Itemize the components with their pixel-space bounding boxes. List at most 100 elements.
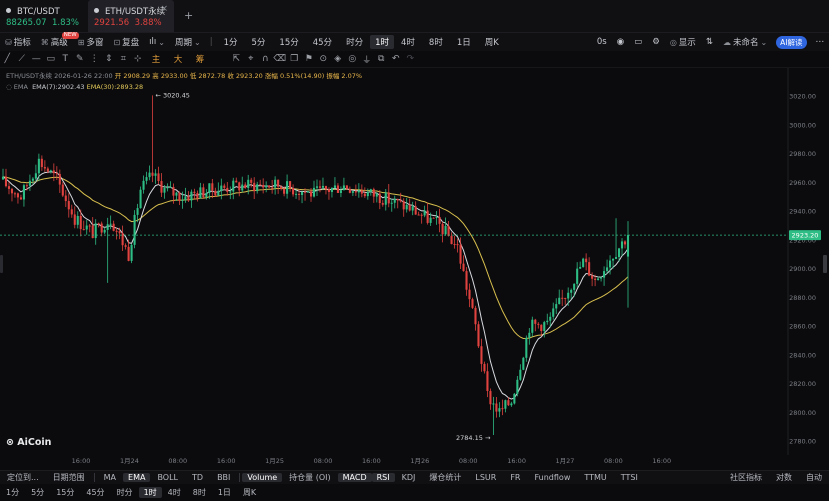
tab-btc[interactable]: BTC/USDT 88265.07 1.83% <box>0 0 86 32</box>
sub-indicator-8[interactable]: Fundflow <box>528 473 578 482</box>
timeframe-7[interactable]: 8时 <box>422 36 450 48</box>
indicator-option-1[interactable]: 对数 <box>769 472 799 483</box>
eraser-icon[interactable]: ⌫ <box>273 54 288 64</box>
alert-icon[interactable]: ⚑ <box>302 54 317 64</box>
main-indicator-4[interactable]: BOLL <box>150 473 185 482</box>
replay-button[interactable]: ⊡ 复盘 <box>108 36 144 49</box>
sub-indicator-2[interactable]: MACD <box>337 473 372 482</box>
timeframe-4[interactable]: 时分 <box>339 36 370 48</box>
candle-body <box>148 172 151 178</box>
advanced-button[interactable]: ⌘ 高级 NEW <box>36 32 79 48</box>
price-range-icon[interactable]: ⇕ <box>102 54 117 64</box>
ruler-icon[interactable]: ⌖ <box>244 54 259 64</box>
eye-toggle-icon[interactable]: ◈ <box>331 54 346 64</box>
multi-window-button[interactable]: ⊞ 多窗 <box>73 36 109 49</box>
sub-indicator-4[interactable]: KDJ <box>395 473 423 482</box>
timeframe-1[interactable]: 5分 <box>244 36 272 48</box>
timeframe-6[interactable]: 4时 <box>394 36 422 48</box>
big-order-button[interactable]: 大 <box>167 53 189 65</box>
main-indicator-1[interactable]: 日期范围 <box>46 472 92 483</box>
btc-icon <box>6 8 11 13</box>
ray-tool-icon[interactable]: ⟋ <box>15 54 30 64</box>
lock-icon[interactable]: ⊙ <box>316 54 331 64</box>
sort-icon[interactable]: ⇅ <box>701 37 718 47</box>
legend-eye-icon[interactable]: ◌ <box>6 83 12 91</box>
bottom-timeframe-0[interactable]: 1分 <box>0 487 25 498</box>
period-button[interactable]: 周期 ⌄ <box>170 36 206 49</box>
legend-time: 2026-01-26 22:00 <box>54 72 113 80</box>
main-force-button[interactable]: 主 <box>145 53 167 65</box>
layers-icon[interactable]: ⧉ <box>374 54 389 64</box>
indicator-option-2[interactable]: 自动 <box>799 472 829 483</box>
indicator-button[interactable]: ⛁ 指标 <box>0 36 36 49</box>
bottom-timeframe-2[interactable]: 15分 <box>50 487 80 498</box>
add-tab-icon[interactable]: + <box>184 9 193 32</box>
main-indicator-6[interactable]: BBI <box>210 473 237 482</box>
candle-body <box>501 408 504 410</box>
candle-body <box>384 192 387 205</box>
undo-icon[interactable]: ↶ <box>389 54 404 64</box>
sub-indicator-1[interactable]: 持仓量 (OI) <box>282 472 337 483</box>
timeframe-3[interactable]: 45分 <box>306 36 339 48</box>
candle-body <box>570 289 573 293</box>
pattern-tool-icon[interactable]: ⌗ <box>116 54 131 64</box>
chip-button[interactable]: 筹 <box>189 53 211 65</box>
layout-name-button[interactable]: ☁ 未命名 ⌄ <box>718 36 772 49</box>
filter-icon[interactable]: ⏚ <box>360 53 375 66</box>
close-icon[interactable]: × <box>160 4 168 14</box>
horizontal-line-icon[interactable]: — <box>29 54 44 64</box>
candle-body <box>579 267 582 269</box>
line-tool-icon[interactable]: ╱ <box>0 54 15 64</box>
timeframe-2[interactable]: 15分 <box>272 36 305 48</box>
sub-indicator-6[interactable]: LSUR <box>468 473 503 482</box>
bottom-timeframe-1[interactable]: 5分 <box>25 487 50 498</box>
candle-body <box>483 363 486 372</box>
bottom-timeframe-3[interactable]: 45分 <box>80 487 110 498</box>
magnet-icon[interactable]: ∩ <box>258 54 273 64</box>
more-icon[interactable]: ⋯ <box>811 37 829 47</box>
timeframe-8[interactable]: 1日 <box>450 36 478 48</box>
main-indicator-3[interactable]: EMA <box>123 473 151 482</box>
tab-eth[interactable]: ETH/USDT永续 2921.56 3.88% × <box>88 0 174 32</box>
sub-indicator-9[interactable]: TTMU <box>577 473 613 482</box>
settings-icon[interactable]: ⚙ <box>647 37 665 47</box>
sub-indicator-0[interactable]: Volume <box>242 473 283 482</box>
rectangle-tool-icon[interactable]: ▭ <box>44 54 59 64</box>
sub-indicator-5[interactable]: 爆仓统计 <box>422 472 468 483</box>
bottom-timeframe-6[interactable]: 4时 <box>162 487 187 498</box>
fullscreen-icon[interactable]: ▭ <box>629 37 647 47</box>
timeframe-9[interactable]: 周K <box>478 36 506 48</box>
display-button[interactable]: ◎ 显示 <box>665 36 701 49</box>
bottom-timeframe-8[interactable]: 1日 <box>212 487 237 498</box>
bottom-timeframe-9[interactable]: 周K <box>237 487 262 498</box>
ai-analysis-button[interactable]: AI解读 <box>776 35 807 49</box>
sub-indicator-3[interactable]: RSI <box>371 473 395 482</box>
brush-tool-icon[interactable]: ✎ <box>73 54 88 64</box>
redo-icon[interactable]: ↷ <box>403 54 418 64</box>
chart-type-button[interactable]: ılı ⌄ <box>144 37 170 47</box>
timeframe-5[interactable]: 1时 <box>370 35 394 49</box>
x-tick-label: 08:00 <box>604 457 623 465</box>
main-indicator-0[interactable]: 定位到... <box>0 472 46 483</box>
trash-icon[interactable]: ◎ <box>345 54 360 64</box>
sub-indicator-7[interactable]: FR <box>503 473 527 482</box>
cursor-icon[interactable]: ⇱ <box>229 54 244 64</box>
bottom-timeframe-7[interactable]: 8时 <box>187 487 212 498</box>
candle-body <box>414 206 417 215</box>
timeframe-0[interactable]: 1分 <box>217 36 245 48</box>
candle-body <box>626 235 630 257</box>
bottom-timeframe-5[interactable]: 1时 <box>138 487 162 498</box>
main-indicator-2[interactable]: MA <box>97 473 123 482</box>
measure-tool-icon[interactable]: ⊹ <box>131 54 146 64</box>
copy-icon[interactable]: ❐ <box>287 54 302 64</box>
camera-icon[interactable]: ◉ <box>612 37 629 47</box>
price-chart[interactable]: 3020.003000.002980.002960.002940.002920.… <box>0 68 829 470</box>
candle-body <box>600 277 603 279</box>
bottom-timeframe-4[interactable]: 时分 <box>111 487 139 498</box>
indicator-option-0[interactable]: 社区指标 <box>723 472 769 483</box>
fib-tool-icon[interactable]: ⋮ <box>87 54 102 64</box>
text-tool-icon[interactable]: T <box>58 54 73 64</box>
left-scroll-handle <box>0 255 3 273</box>
main-indicator-5[interactable]: TD <box>185 473 210 482</box>
sub-indicator-10[interactable]: TTSI <box>614 473 645 482</box>
